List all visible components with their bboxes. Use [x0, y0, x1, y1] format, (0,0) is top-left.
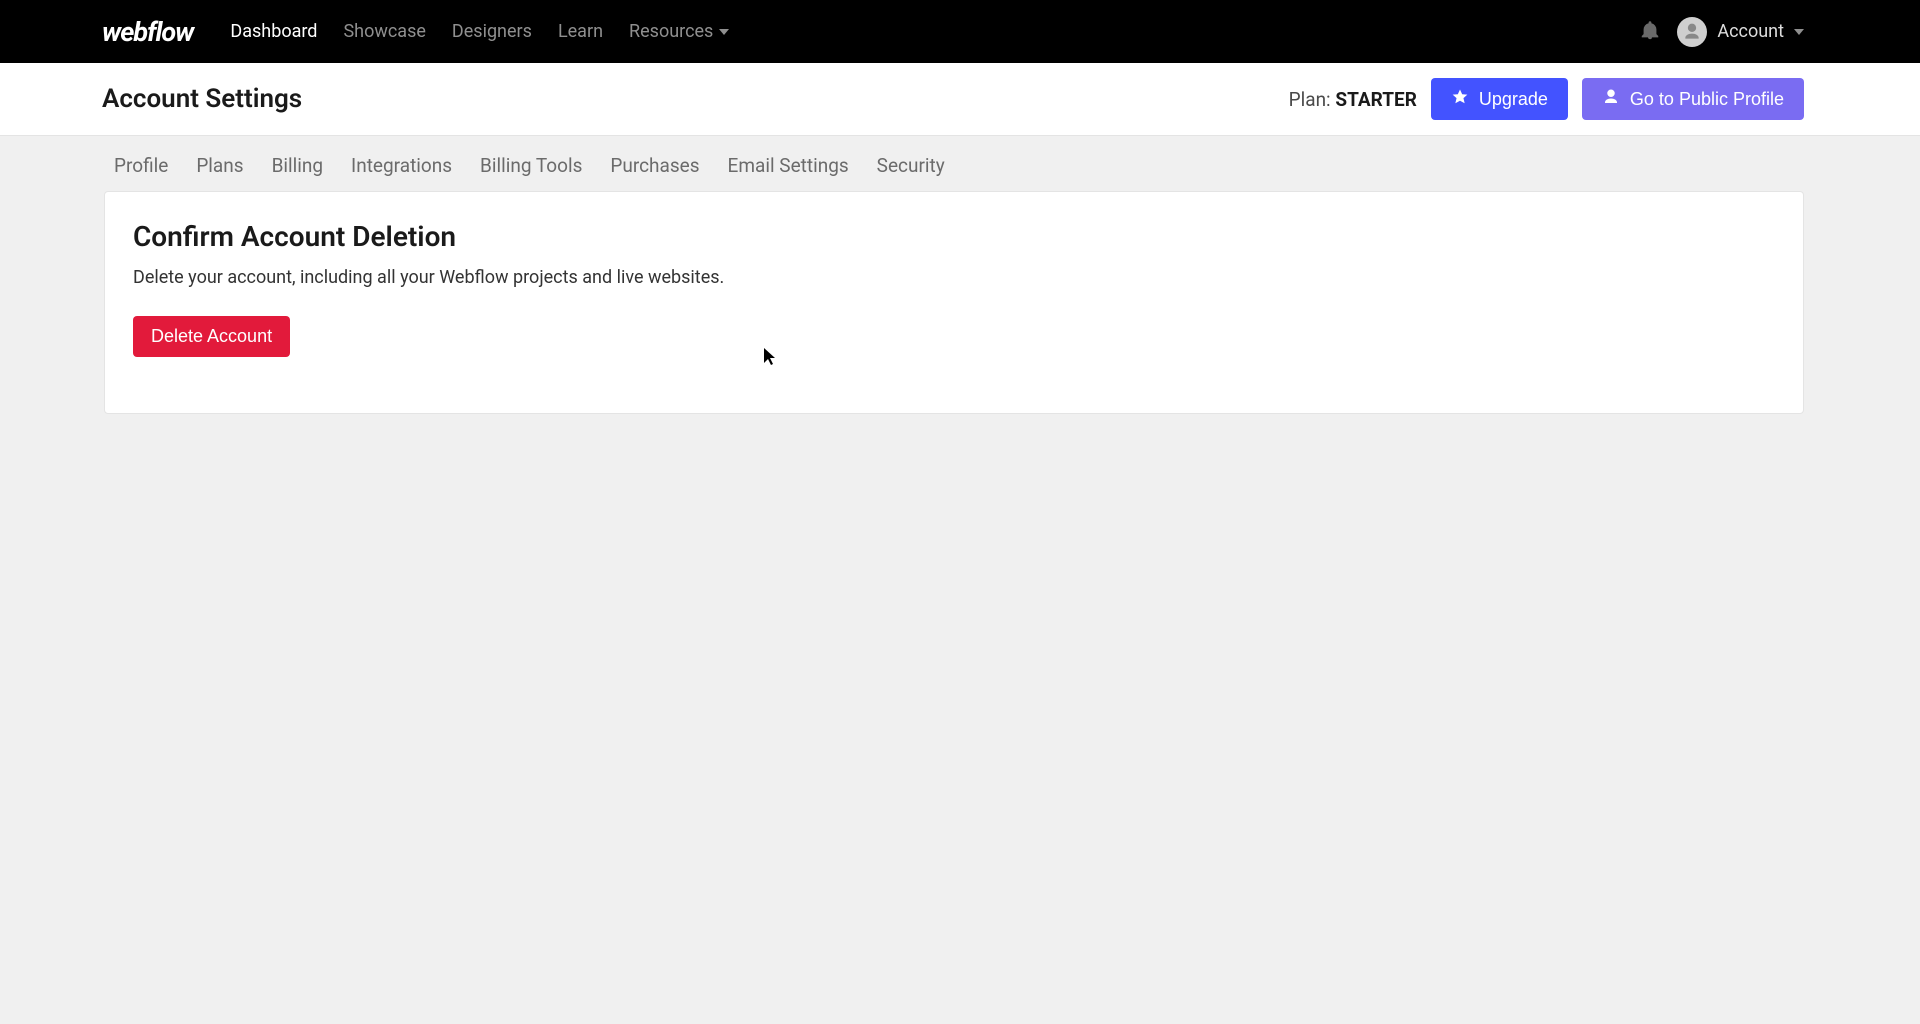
- tab-plans[interactable]: Plans: [196, 154, 243, 177]
- nav-link-designers[interactable]: Designers: [439, 21, 545, 42]
- page-title: Account Settings: [102, 84, 302, 114]
- chevron-down-icon: [719, 29, 729, 35]
- upgrade-label: Upgrade: [1479, 89, 1548, 110]
- plan-indicator: Plan: STARTER: [1289, 88, 1417, 111]
- public-profile-label: Go to Public Profile: [1630, 89, 1784, 110]
- tab-billing[interactable]: Billing: [272, 154, 323, 177]
- person-icon: [1602, 88, 1620, 111]
- account-label: Account: [1717, 21, 1784, 42]
- delete-account-button[interactable]: Delete Account: [133, 316, 290, 357]
- tab-integrations[interactable]: Integrations: [351, 154, 452, 177]
- tab-billing-tools[interactable]: Billing Tools: [480, 154, 582, 177]
- tab-profile[interactable]: Profile: [114, 154, 168, 177]
- nav-link-learn[interactable]: Learn: [545, 21, 616, 42]
- chevron-down-icon: [1794, 29, 1804, 35]
- nav-link-label: Resources: [629, 21, 713, 42]
- bell-icon[interactable]: [1639, 19, 1661, 45]
- logo[interactable]: webflow: [102, 16, 193, 48]
- star-icon: [1451, 88, 1469, 111]
- tab-purchases[interactable]: Purchases: [610, 154, 699, 177]
- plan-name: STARTER: [1335, 88, 1417, 111]
- top-nav: webflow Dashboard Showcase Designers Lea…: [0, 0, 1920, 63]
- account-menu[interactable]: Account: [1677, 17, 1804, 47]
- nav-link-showcase[interactable]: Showcase: [330, 21, 438, 42]
- card-title: Confirm Account Deletion: [133, 220, 1775, 253]
- header-bar: Account Settings Plan: STARTER Upgrade G…: [0, 63, 1920, 136]
- tab-email-settings[interactable]: Email Settings: [728, 154, 849, 177]
- tab-security[interactable]: Security: [877, 154, 945, 177]
- nav-link-resources[interactable]: Resources: [616, 21, 742, 42]
- avatar: [1677, 17, 1707, 47]
- plan-prefix: Plan:: [1289, 88, 1336, 111]
- public-profile-button[interactable]: Go to Public Profile: [1582, 78, 1804, 120]
- settings-tabs: Profile Plans Billing Integrations Billi…: [0, 136, 1920, 191]
- nav-link-dashboard[interactable]: Dashboard: [217, 21, 330, 42]
- upgrade-button[interactable]: Upgrade: [1431, 78, 1568, 120]
- delete-account-card: Confirm Account Deletion Delete your acc…: [104, 191, 1804, 414]
- card-description: Delete your account, including all your …: [133, 267, 1775, 288]
